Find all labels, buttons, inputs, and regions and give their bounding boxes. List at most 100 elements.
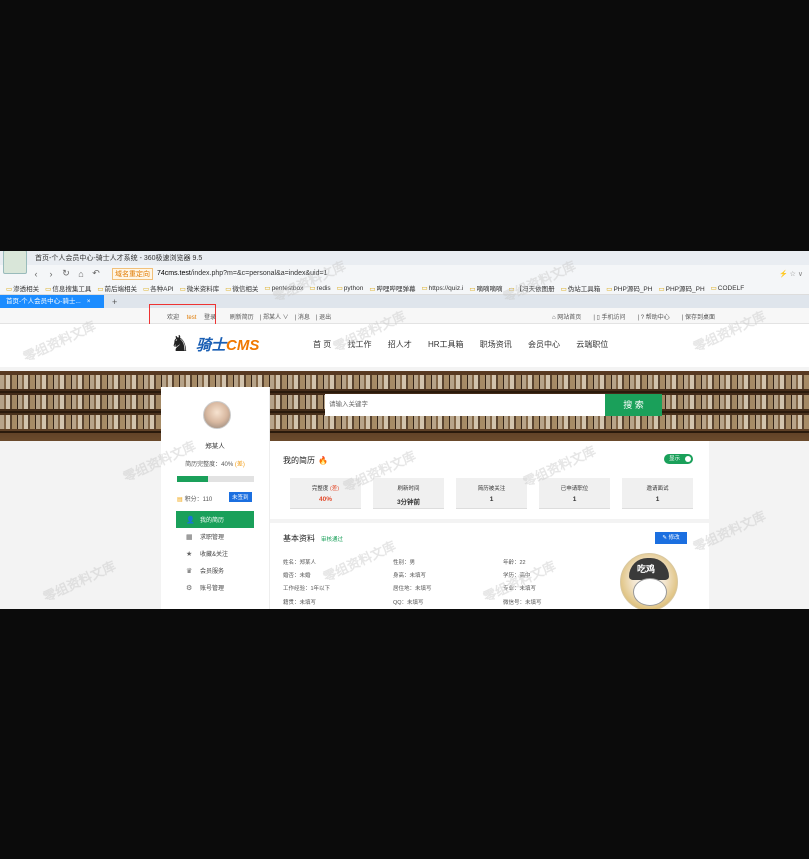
tab-active[interactable]: 首页-个人会员中心-骑士... × xyxy=(0,295,104,308)
nav-find-job[interactable]: 找工作 xyxy=(347,340,371,349)
bookmark-item[interactable]: PHP源码_PH xyxy=(606,283,652,293)
nav-news[interactable]: 职场资讯 xyxy=(480,340,512,349)
stat-completion[interactable]: 完整度 (差) 40% xyxy=(290,478,361,509)
gear-icon: ⚙ xyxy=(186,584,193,592)
bookmark-item[interactable]: 信息搜集工具 xyxy=(45,283,91,293)
sidebar-item-my-resume[interactable]: 👤 我的简历 xyxy=(176,511,254,528)
bookmark-item[interactable]: 伪站工具箱 xyxy=(561,283,601,293)
save-desktop-link[interactable]: 保存到桌面 xyxy=(685,315,715,321)
resume-visibility-toggle[interactable]: 显示 xyxy=(664,454,693,464)
url-field[interactable]: 74cms.test/index.php?m=&c=personal&a=ind… xyxy=(157,270,779,277)
search-button[interactable]: 搜 索 xyxy=(605,394,662,416)
stat-applied[interactable]: 已申请职位 1 xyxy=(539,478,610,509)
nav-home[interactable]: 首 页 xyxy=(313,340,331,349)
stat-followed[interactable]: 简历被关注 1 xyxy=(456,478,527,509)
photo-text: 吃鸡 xyxy=(637,564,656,574)
new-tab-icon[interactable]: + xyxy=(112,297,117,307)
sidebar-item-label: 求职管理 xyxy=(200,535,225,541)
mobile-link-label: 手机访问 xyxy=(601,315,626,321)
close-icon[interactable]: × xyxy=(87,298,91,305)
bookmark-item[interactable]: 微米资料库 xyxy=(180,283,220,293)
signin-button[interactable]: 未签到 xyxy=(229,492,252,502)
stat-value: 3分钟前 xyxy=(396,499,421,506)
url-path: /index.php?m=&c=personal&a=index&uid=1 xyxy=(190,270,328,277)
home-icon[interactable]: ⌂ xyxy=(75,269,87,279)
sidebar-item-label: 会员服务 xyxy=(200,569,225,575)
bookmark-item[interactable]: 【冯天依图册 xyxy=(508,283,555,293)
bookmark-item[interactable]: 前后端相关 xyxy=(97,283,137,293)
nav-member-center[interactable]: 会员中心 xyxy=(528,340,560,349)
info-education: 学历：高中 xyxy=(503,573,531,579)
bookmark-item[interactable]: PHP源码_PH xyxy=(658,283,705,293)
points-label: 积分：110 xyxy=(184,497,213,503)
title-bar: 首页-个人会员中心-骑士人才系统 - 360极速浏览器 9.5 xyxy=(0,251,809,274)
info-name: 姓名：郑某人 xyxy=(283,560,317,566)
bookmark-item[interactable]: 各种API xyxy=(143,283,173,293)
stat-refresh-time[interactable]: 刷新时间 3分钟前 xyxy=(373,478,444,509)
profile-photo[interactable]: 吃鸡 xyxy=(620,553,678,609)
bookshelf-row xyxy=(0,375,809,389)
logout-link[interactable]: 退出 xyxy=(319,315,331,321)
reload-icon[interactable]: ↻ xyxy=(60,268,72,279)
bookmark-item[interactable]: pentestbox xyxy=(264,284,304,292)
edit-button[interactable]: ✎ 修改 xyxy=(655,532,687,544)
username-link[interactable]: test xyxy=(187,315,197,321)
sidebar-item-label: 账号管理 xyxy=(200,586,225,592)
edit-button-label: 修改 xyxy=(668,535,680,541)
member-sidebar: 郑某人 简历完整度：40% (差) ▤ 积分：110 未签到 👤 我的简历 ▦ 求职管… xyxy=(161,387,270,609)
bookmark-item[interactable]: 嘀嘀嘀嘀 xyxy=(469,283,502,293)
completion-label: 简历完整度：40% xyxy=(185,462,234,468)
crown-icon: ♛ xyxy=(186,567,193,575)
avatar[interactable] xyxy=(203,401,231,429)
search-input[interactable]: 请输入关键字 xyxy=(325,394,605,416)
help-link[interactable]: ? 帮助中心 xyxy=(641,315,676,321)
bookmark-item[interactable]: 哔哩哔哩弹幕 xyxy=(369,283,415,293)
forward-icon[interactable]: › xyxy=(45,269,57,279)
tab-strip: 首页-个人会员中心-骑士... × + xyxy=(0,295,809,308)
bookmark-item[interactable]: CODELF xyxy=(711,284,744,292)
user-icon: 👤 xyxy=(186,516,195,524)
info-wechat: 微信号：未填写 xyxy=(503,600,542,606)
stat-label: 简历被关注 xyxy=(477,486,506,492)
undo-icon[interactable]: ↶ xyxy=(90,268,102,279)
main-nav: 首 页 找工作 招人才 HR工具箱 职场资讯 会员中心 云端职位 xyxy=(313,339,622,350)
knight-logo-icon: ♞ xyxy=(170,331,190,356)
stat-label: 刷新时间 xyxy=(397,486,420,492)
info-gender: 性别：男 xyxy=(393,560,416,566)
bookmark-item[interactable]: python xyxy=(337,284,364,292)
topbar-right: ⌂ 网站首页 | ▯ 手机访问 | ? 帮助中心 | 保存到桌面 xyxy=(552,315,716,321)
resume-stats: 完整度 (差) 40% 刷新时间 3分钟前 简历被关注 1 已申请职位 1 邀请面试 1 xyxy=(290,478,705,509)
star-icon[interactable]: ⚡ ☆ ∨ xyxy=(779,270,803,278)
my-resume-title: 我的简历 🔥 xyxy=(283,455,328,466)
info-residence: 居住地：未填写 xyxy=(393,586,432,592)
redirect-badge[interactable]: 域名重定向 xyxy=(112,267,153,280)
site-topbar: 欢迎 test 登录 刷新简历 | 郑某人 ∨ | 消息 | 退出 ⌂ 网站首页 | ▯… xyxy=(0,304,809,327)
mobile-link[interactable]: ▯ 手机访问 xyxy=(597,315,632,321)
bookmark-item[interactable]: https://quiz.i xyxy=(421,284,464,292)
nav-hr-tools[interactable]: HR工具箱 xyxy=(428,340,464,349)
bookmark-item[interactable]: redis xyxy=(309,284,331,292)
sidebar-menu: 👤 我的简历 ▦ 求职管理 ★ 收藏&关注 ♛ 会员服务 ⚙ 账号管理 xyxy=(176,511,254,596)
topbar-left: 欢迎 test 登录 刷新简历 | 郑某人 ∨ | 消息 | 退出 xyxy=(167,315,332,321)
nav-recruit[interactable]: 招人才 xyxy=(388,340,412,349)
refresh-resume-link[interactable]: 刷新简历 xyxy=(230,315,254,321)
sidebar-item-account[interactable]: ⚙ 账号管理 xyxy=(176,579,254,596)
sidebar-item-member-service[interactable]: ♛ 会员服务 xyxy=(176,562,254,579)
site-header: ♞ 骑士CMS 首 页 找工作 招人才 HR工具箱 职场资讯 会员中心 云端职位 xyxy=(0,324,809,367)
nav-cloud-jobs[interactable]: 云端职位 xyxy=(576,340,608,349)
bookmark-item[interactable]: 微信相关 xyxy=(225,283,258,293)
messages-link[interactable]: 消息 xyxy=(298,315,310,321)
shelf-line xyxy=(0,391,809,393)
basic-info-title-text: 基本资料 xyxy=(283,534,315,543)
info-age: 年龄：22 xyxy=(503,560,526,566)
logo-text-a: 骑士 xyxy=(196,336,227,354)
home-link[interactable]: ⌂ 网站首页 xyxy=(552,315,587,321)
stat-interview[interactable]: 邀请面试 1 xyxy=(622,478,693,509)
user-dropdown[interactable]: 郑某人 ∨ xyxy=(263,315,289,321)
site-logo[interactable]: ♞ 骑士CMS xyxy=(170,330,259,358)
sidebar-item-favorites[interactable]: ★ 收藏&关注 xyxy=(176,545,254,562)
bookmark-item[interactable]: 渗透相关 xyxy=(6,283,39,293)
logo-text: 骑士CMS xyxy=(196,334,259,355)
sidebar-item-job-management[interactable]: ▦ 求职管理 xyxy=(176,528,254,545)
back-icon[interactable]: ‹ xyxy=(30,269,42,279)
